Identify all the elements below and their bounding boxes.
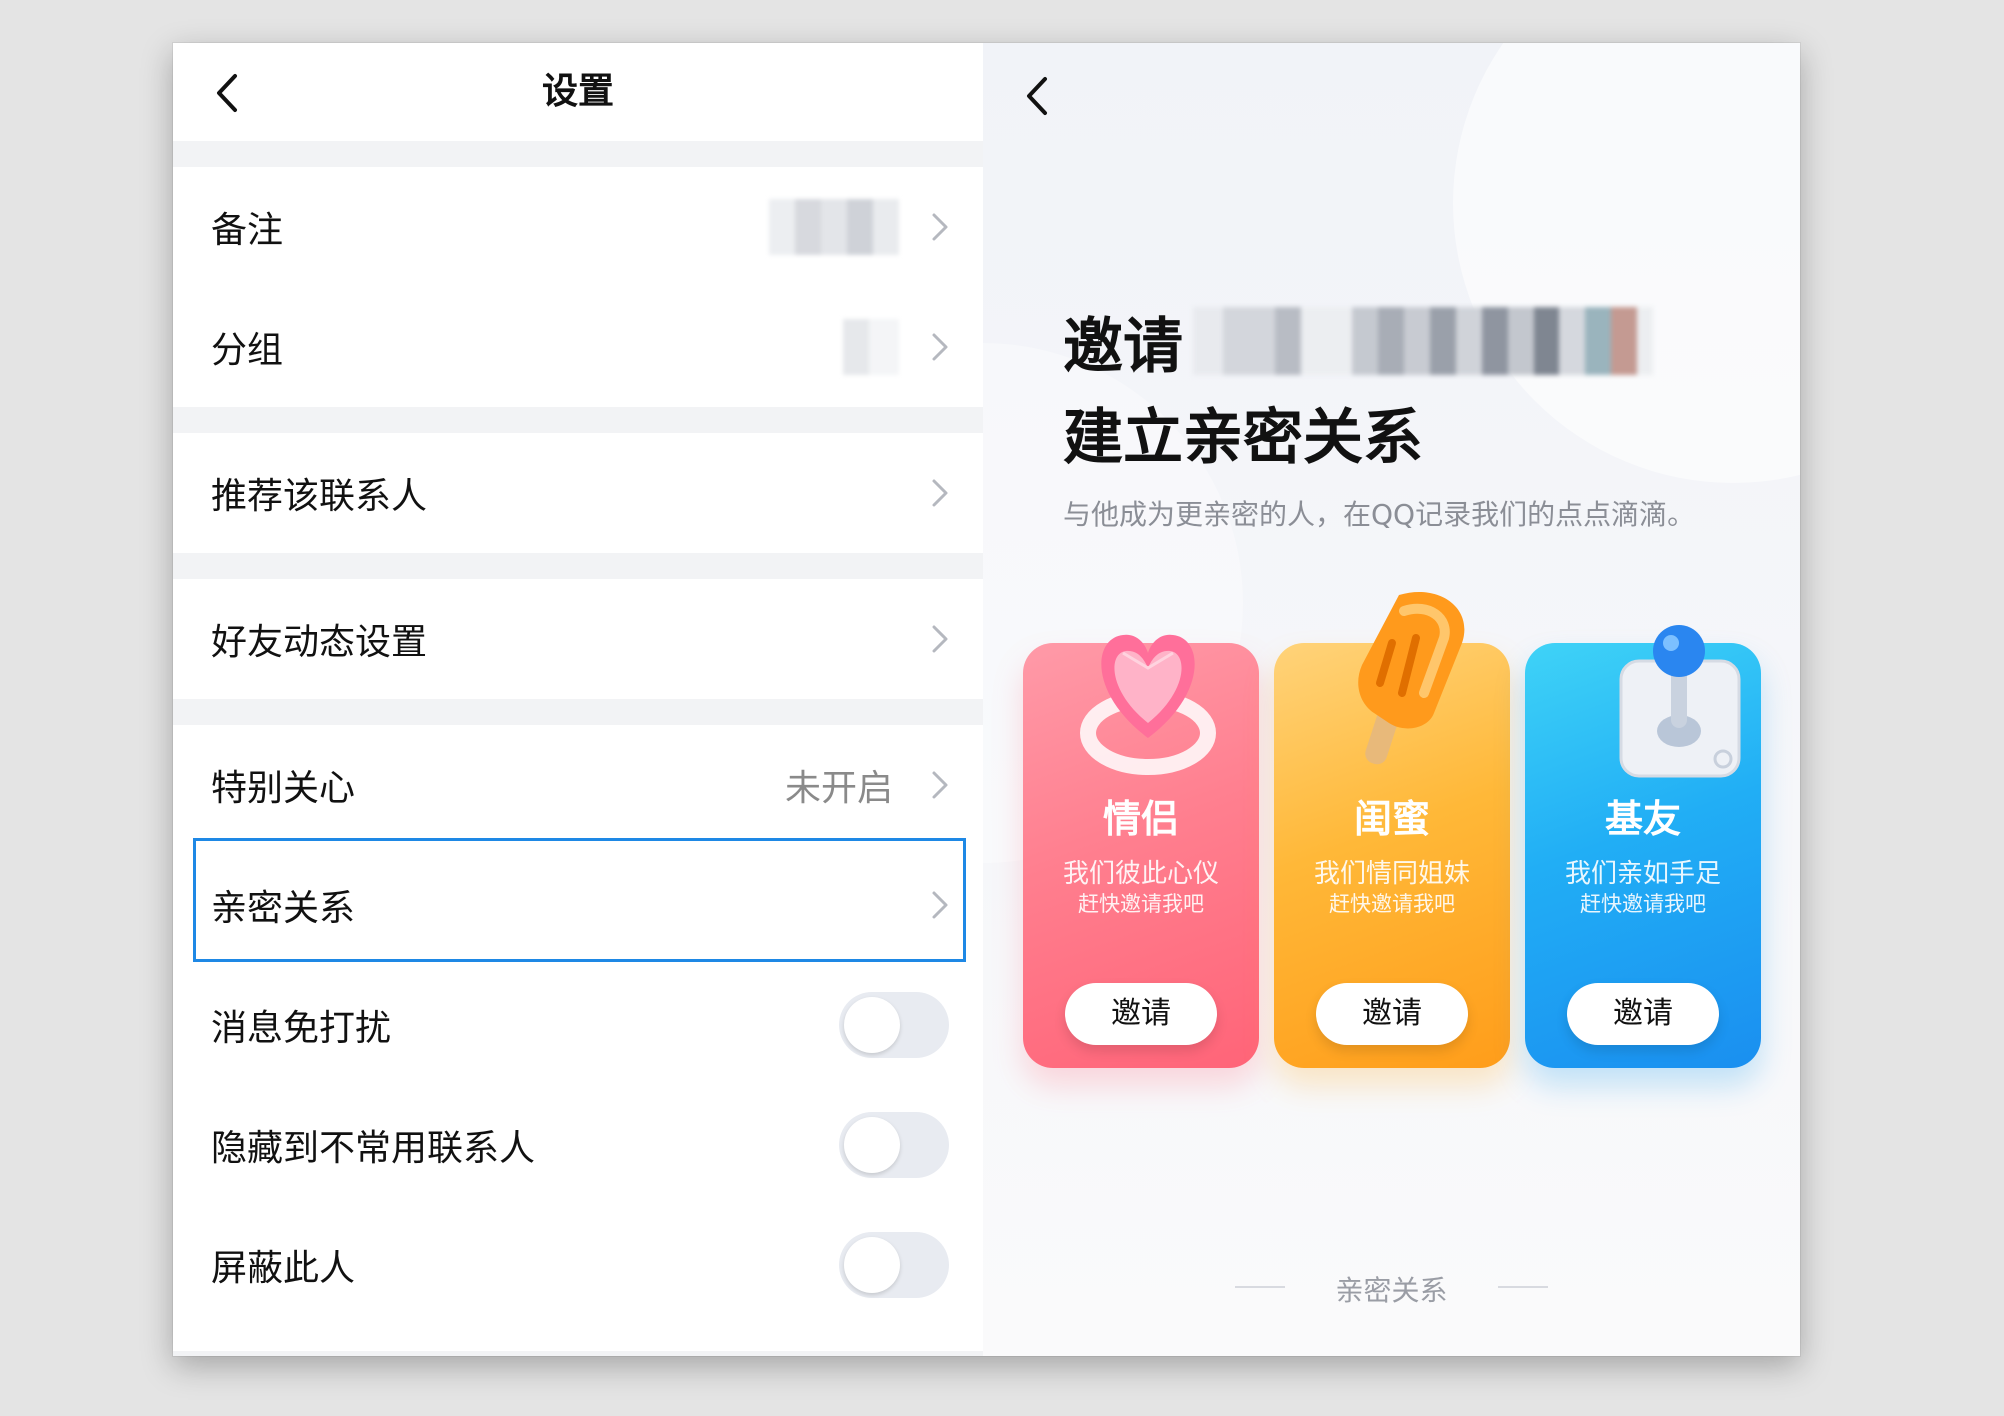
row-label: 隐藏到不常用联系人 bbox=[211, 1128, 536, 1169]
settings-header: 设置 bbox=[173, 43, 983, 141]
invite-button[interactable]: 邀请 bbox=[1065, 983, 1217, 1045]
row-hide: 隐藏到不常用联系人 bbox=[173, 1085, 983, 1205]
row-block: 屏蔽此人 bbox=[173, 1205, 983, 1325]
row-label: 备注 bbox=[211, 210, 284, 251]
card-hint: 赶快邀请我吧 bbox=[1329, 892, 1455, 916]
row-intimate-relation[interactable]: 亲密关系 bbox=[173, 845, 983, 965]
toggle-knob bbox=[844, 1237, 900, 1293]
chevron-right-icon bbox=[929, 210, 951, 244]
card-hint: 赶快邀请我吧 bbox=[1078, 892, 1204, 916]
card-desc: 我们情同姐妹 bbox=[1313, 859, 1470, 889]
page-title: 设置 bbox=[541, 71, 614, 112]
toggle-knob bbox=[844, 997, 900, 1053]
row-special-care[interactable]: 特别关心 未开启 bbox=[173, 725, 983, 845]
heart-icon bbox=[1080, 634, 1216, 775]
invite-word: 邀请 bbox=[1063, 311, 1183, 382]
card-title: 基友 bbox=[1604, 797, 1681, 841]
row-mute: 消息免打扰 bbox=[173, 965, 983, 1085]
row-friend-feed[interactable]: 好友动态设置 bbox=[173, 579, 983, 699]
special-care-status: 未开启 bbox=[784, 768, 893, 809]
popsicle-icon bbox=[1358, 591, 1465, 765]
redacted-value bbox=[843, 319, 899, 375]
page-subtitle: 与他成为更亲密的人，在QQ记录我们的点点滴滴。 bbox=[1063, 498, 1696, 531]
block-toggle[interactable] bbox=[839, 1232, 949, 1298]
hide-toggle[interactable] bbox=[839, 1112, 949, 1178]
back-button[interactable] bbox=[203, 68, 253, 118]
row-label: 分组 bbox=[211, 330, 284, 371]
card-title: 情侣 bbox=[1102, 797, 1179, 841]
row-note[interactable]: 备注 bbox=[173, 167, 983, 287]
row-label: 亲密关系 bbox=[211, 888, 356, 929]
footer-label: 亲密关系 bbox=[1335, 1274, 1448, 1307]
row-group[interactable]: 分组 bbox=[173, 287, 983, 407]
row-label: 屏蔽此人 bbox=[211, 1248, 356, 1289]
chevron-right-icon bbox=[929, 768, 951, 802]
card-hint: 赶快邀请我吧 bbox=[1580, 892, 1706, 916]
card-desc: 我们彼此心仪 bbox=[1062, 859, 1219, 889]
card-bros: 基友 我们亲如手足 赶快邀请我吧 邀请 bbox=[1525, 625, 1761, 1068]
toggle-knob bbox=[844, 1117, 900, 1173]
chevron-right-icon bbox=[929, 888, 951, 922]
row-label: 好友动态设置 bbox=[211, 622, 428, 663]
row-recommend[interactable]: 推荐该联系人 bbox=[173, 433, 983, 553]
joystick-icon bbox=[1619, 625, 1741, 778]
chevron-right-icon bbox=[929, 330, 951, 364]
back-arrow-icon bbox=[1027, 77, 1047, 115]
intimate-relation-panel: 邀请 建立亲密关系 与他成为更亲密的人，在QQ记录我们的点点滴滴。 情侣 我们彼… bbox=[983, 43, 1800, 1356]
chevron-right-icon bbox=[929, 476, 951, 510]
card-besties: 闺蜜 我们情同姐妹 赶快邀请我吧 邀请 bbox=[1274, 591, 1510, 1068]
redacted-name bbox=[1193, 307, 1654, 375]
back-arrow-icon bbox=[217, 74, 237, 112]
screenshot-frame: 设置 备注 分组 推荐该联系人 好友动态设置 特别关心 未开启 亲密关系 消息免… bbox=[173, 43, 1800, 1356]
row-label: 推荐该联系人 bbox=[211, 476, 428, 517]
page-heading: 建立亲密关系 bbox=[1063, 403, 1423, 473]
settings-panel: 设置 备注 分组 推荐该联系人 好友动态设置 特别关心 未开启 亲密关系 消息免… bbox=[173, 43, 983, 1356]
invite-heading: 邀请 bbox=[1063, 301, 1654, 382]
invite-button[interactable]: 邀请 bbox=[1567, 983, 1719, 1045]
card-lovers: 情侣 我们彼此心仪 赶快邀请我吧 邀请 bbox=[1023, 634, 1259, 1068]
card-title: 闺蜜 bbox=[1353, 797, 1430, 841]
footer-divider bbox=[1498, 1286, 1548, 1288]
invite-button[interactable]: 邀请 bbox=[1316, 983, 1468, 1045]
mute-toggle[interactable] bbox=[839, 992, 949, 1058]
redacted-value bbox=[769, 199, 899, 255]
card-desc: 我们亲如手足 bbox=[1564, 859, 1721, 889]
row-label: 特别关心 bbox=[211, 768, 356, 809]
row-label: 消息免打扰 bbox=[211, 1008, 392, 1049]
back-button[interactable] bbox=[1013, 71, 1063, 121]
chevron-right-icon bbox=[929, 622, 951, 656]
background-circle bbox=[1453, 43, 1800, 483]
